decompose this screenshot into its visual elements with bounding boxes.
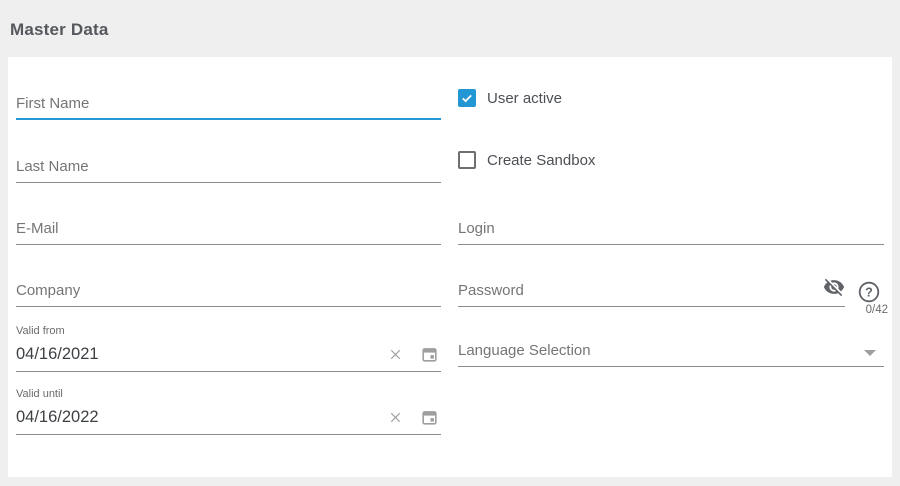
calendar-icon[interactable] [420,408,439,427]
check-icon [460,91,474,105]
valid-from-label: Valid from [16,325,441,338]
eye-off-glyph [823,276,845,298]
svg-text:?: ? [865,285,873,299]
first-name-field[interactable] [16,95,441,120]
company-input[interactable] [16,282,441,300]
email-input[interactable] [16,220,441,238]
last-name-input[interactable] [16,158,441,176]
user-active-checkbox[interactable]: User active [458,89,562,107]
valid-from-field: Valid from [16,325,441,372]
language-selection-input[interactable] [458,342,884,360]
checkbox-box[interactable] [458,151,476,169]
valid-from-input[interactable] [16,345,387,364]
visibility-off-icon[interactable] [823,276,845,303]
checkbox-box[interactable] [458,89,476,107]
calendar-icon[interactable] [420,345,439,364]
calendar-glyph [420,408,439,427]
valid-until-input[interactable] [16,408,387,427]
chevron-down-icon [864,350,876,356]
valid-until-field: Valid until [16,388,441,435]
x-icon [387,409,404,426]
x-icon [387,346,404,363]
password-counter: 0/42 [458,304,888,316]
question-mark-glyph: ? [857,280,881,304]
login-field[interactable] [458,220,884,245]
company-field[interactable] [16,282,441,307]
create-sandbox-label: Create Sandbox [487,152,595,169]
clear-date-icon[interactable] [387,346,404,363]
email-field[interactable] [16,220,441,245]
language-selection-field[interactable] [458,342,884,367]
valid-until-label: Valid until [16,388,441,401]
page-title: Master Data [10,20,109,40]
password-input[interactable] [458,282,817,300]
master-data-form-card: Valid from Valid until [8,57,892,477]
create-sandbox-checkbox[interactable]: Create Sandbox [458,151,595,169]
login-input[interactable] [458,220,884,238]
user-active-label: User active [487,90,562,107]
calendar-glyph [420,345,439,364]
clear-date-icon[interactable] [387,409,404,426]
last-name-field[interactable] [16,158,441,183]
first-name-input[interactable] [16,95,441,113]
